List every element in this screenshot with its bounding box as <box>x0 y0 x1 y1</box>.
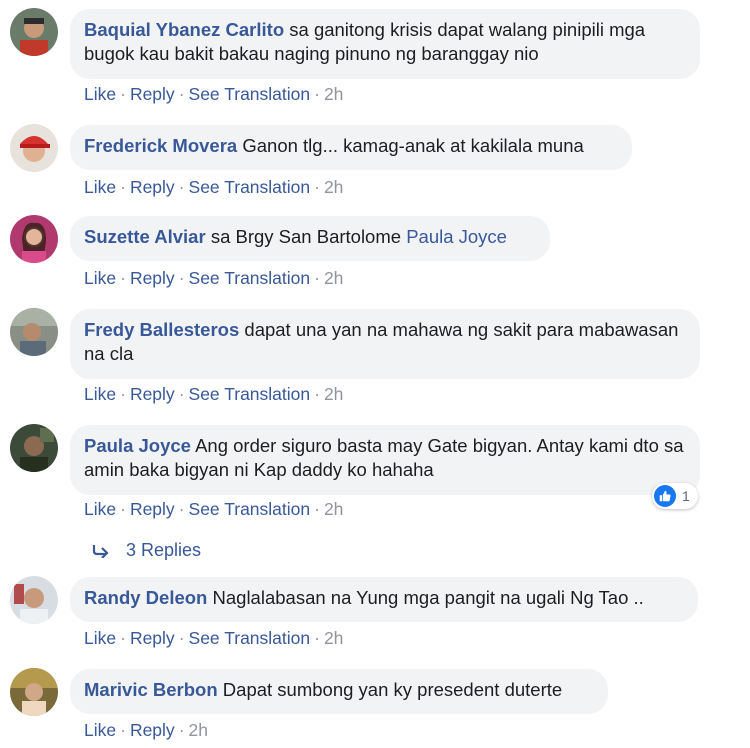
like-link[interactable]: Like <box>84 384 116 404</box>
comment-text: Naglalabasan na Yung mga pangit na ugali… <box>212 587 644 608</box>
reply-link[interactable]: Reply <box>130 720 175 740</box>
separator: · <box>178 84 185 104</box>
avatar[interactable] <box>10 215 58 263</box>
avatar[interactable] <box>10 8 58 56</box>
replies-label: 3 Replies <box>126 540 202 560</box>
separator: · <box>120 177 126 197</box>
like-link[interactable]: Like <box>84 268 116 288</box>
separator: · <box>314 628 320 648</box>
comment-bubble: Suzette Alviar sa Brgy San Bartolome Pau… <box>70 216 550 261</box>
like-link[interactable]: Like <box>84 177 116 197</box>
comment-author[interactable]: Paula Joyce <box>84 435 191 456</box>
separator: · <box>120 720 126 740</box>
avatar[interactable] <box>10 576 58 624</box>
timestamp[interactable]: 2h <box>324 268 343 288</box>
separator: · <box>120 499 126 519</box>
avatar[interactable] <box>10 124 58 172</box>
comment-actions: Like · Reply · 2h <box>84 720 208 741</box>
see-translation-link[interactable]: See Translation <box>189 628 311 648</box>
see-translation-link[interactable]: See Translation <box>189 84 311 104</box>
comment-author[interactable]: Randy Deleon <box>84 587 207 608</box>
like-icon <box>654 485 676 507</box>
like-link[interactable]: Like <box>84 84 116 104</box>
reply-link[interactable]: Reply <box>130 268 175 288</box>
reply-link[interactable]: Reply <box>130 177 175 197</box>
timestamp[interactable]: 2h <box>324 628 343 648</box>
separator: · <box>178 720 185 740</box>
separator: · <box>178 177 185 197</box>
separator: · <box>120 384 126 404</box>
comment-actions: Like · Reply · See Translation · 2h <box>84 84 343 105</box>
see-translation-link[interactable]: See Translation <box>189 499 311 519</box>
timestamp[interactable]: 2h <box>324 499 343 519</box>
comment-text: Dapat sumbong yan ky presedent duterte <box>222 679 563 700</box>
separator: · <box>178 384 185 404</box>
reply-link[interactable]: Reply <box>130 628 175 648</box>
like-link[interactable]: Like <box>84 499 116 519</box>
reaction-count-badge[interactable]: 1 <box>652 483 698 509</box>
comment-text: sa Brgy San Bartolome <box>210 226 402 247</box>
comment-actions: Like · Reply · See Translation · 2h <box>84 177 343 198</box>
comment-text: Ganon tlg... kamag-anak at kakilala muna <box>242 135 584 156</box>
separator: · <box>120 628 126 648</box>
separator: · <box>314 384 320 404</box>
comment-author[interactable]: Fredy Ballesteros <box>84 319 239 340</box>
separator: · <box>314 177 320 197</box>
separator: · <box>178 628 185 648</box>
timestamp[interactable]: 2h <box>324 177 343 197</box>
separator: · <box>314 268 320 288</box>
comment-bubble: Randy Deleon Naglalabasan na Yung mga pa… <box>70 577 698 622</box>
comment-bubble: Frederick Movera Ganon tlg... kamag-anak… <box>70 125 632 170</box>
comment-author[interactable]: Frederick Movera <box>84 135 237 156</box>
timestamp[interactable]: 2h <box>324 84 343 104</box>
separator: · <box>314 84 320 104</box>
see-translation-link[interactable]: See Translation <box>189 268 311 288</box>
timestamp[interactable]: 2h <box>324 384 343 404</box>
like-link[interactable]: Like <box>84 628 116 648</box>
comment-actions: Like · Reply · See Translation · 2h <box>84 384 343 405</box>
reaction-count: 1 <box>682 488 690 504</box>
reply-link[interactable]: Reply <box>130 499 175 519</box>
mention-link[interactable]: Paula Joyce <box>406 226 507 247</box>
comment-author[interactable]: Marivic Berbon <box>84 679 218 700</box>
separator: · <box>178 499 185 519</box>
separator: · <box>120 84 126 104</box>
avatar[interactable] <box>10 424 58 472</box>
reply-link[interactable]: Reply <box>130 84 175 104</box>
reply-link[interactable]: Reply <box>130 384 175 404</box>
separator: · <box>120 268 126 288</box>
view-replies-link[interactable]: 3 Replies <box>92 540 201 561</box>
comment-author[interactable]: Baquial Ybanez Carlito <box>84 19 284 40</box>
reply-arrow-icon <box>92 544 109 558</box>
separator: · <box>178 268 185 288</box>
see-translation-link[interactable]: See Translation <box>189 177 311 197</box>
avatar[interactable] <box>10 308 58 356</box>
comment-actions: Like · Reply · See Translation · 2h <box>84 628 343 649</box>
see-translation-link[interactable]: See Translation <box>189 384 311 404</box>
comment-bubble: Marivic Berbon Dapat sumbong yan ky pres… <box>70 669 608 714</box>
avatar[interactable] <box>10 668 58 716</box>
comment-actions: Like · Reply · See Translation · 2h <box>84 268 343 289</box>
separator: · <box>314 499 320 519</box>
like-link[interactable]: Like <box>84 720 116 740</box>
comment-bubble: Baquial Ybanez Carlito sa ganitong krisi… <box>70 9 700 79</box>
timestamp[interactable]: 2h <box>189 720 208 740</box>
comment-bubble: Fredy Ballesteros dapat una yan na mahaw… <box>70 309 700 379</box>
comment-bubble: Paula Joyce Ang order siguro basta may G… <box>70 425 700 495</box>
comment-author[interactable]: Suzette Alviar <box>84 226 206 247</box>
comment-actions: Like · Reply · See Translation · 2h <box>84 499 343 520</box>
